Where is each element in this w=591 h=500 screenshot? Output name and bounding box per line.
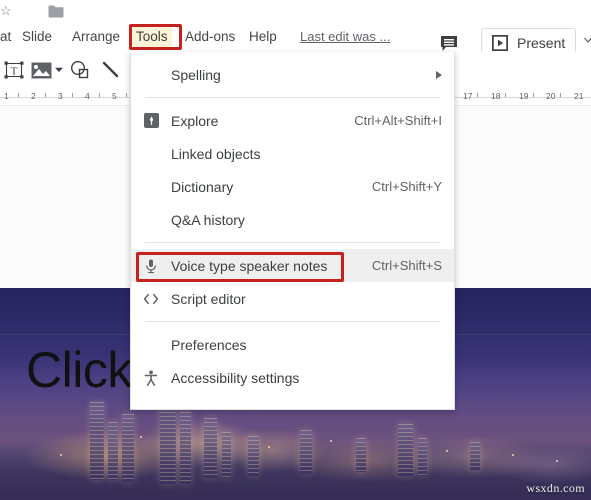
ruler-tick-label: 3	[58, 91, 63, 101]
title-bar: ☆	[0, 0, 591, 22]
image-dropdown-caret-icon[interactable]	[55, 67, 63, 73]
menu-item-shortcut: Ctrl+Shift+S	[371, 258, 442, 273]
ruler-tick-label: 17	[463, 91, 473, 101]
insert-image-icon[interactable]	[31, 62, 52, 79]
last-edit-link[interactable]: Last edit was ...	[300, 26, 390, 48]
line-icon[interactable]	[102, 61, 120, 79]
menu-item-shortcut: Ctrl+Shift+Y	[371, 179, 442, 194]
menu-item-label: Accessibility settings	[171, 369, 300, 386]
menu-slide[interactable]: Slide	[18, 26, 56, 48]
slides-editor-window: ☆ at Slide Arrange Tools Add-ons Help La…	[0, 0, 591, 500]
ruler-tick-label: 20	[546, 91, 556, 101]
text-box-icon[interactable]: T	[4, 60, 24, 80]
ruler-tick-label: 4	[85, 91, 90, 101]
submenu-arrow-icon	[436, 70, 442, 79]
qa-history-icon-slot	[139, 210, 163, 230]
preferences-icon-slot	[139, 335, 163, 355]
menu-item-dictionary[interactable]: Dictionary Ctrl+Shift+Y	[131, 170, 454, 203]
menu-item-label: Script editor	[171, 290, 246, 307]
menu-item-preferences[interactable]: Preferences	[131, 328, 454, 361]
menu-tools[interactable]: Tools	[132, 26, 172, 48]
ruler-tick-label: 1	[4, 91, 9, 101]
star-icon[interactable]: ☆	[0, 4, 12, 18]
menu-separator	[145, 242, 440, 243]
present-button-label: Present	[517, 35, 566, 51]
menu-item-qa-history[interactable]: Q&A history	[131, 203, 454, 236]
explore-icon	[139, 111, 163, 131]
svg-text:T: T	[11, 66, 18, 78]
ruler-tick-label: 18	[491, 91, 501, 101]
menu-separator	[145, 321, 440, 322]
present-play-icon	[492, 35, 508, 51]
menu-item-accessibility-settings[interactable]: Accessibility settings	[131, 361, 454, 394]
menu-item-label: Explore	[171, 112, 219, 129]
menu-item-voice-type-speaker-notes[interactable]: Voice type speaker notes Ctrl+Shift+S	[131, 249, 454, 282]
dictionary-icon-slot	[139, 177, 163, 197]
menu-item-label: Spelling	[171, 66, 221, 83]
menu-item-script-editor[interactable]: Script editor	[131, 282, 454, 315]
ruler-tick-label: 2	[31, 91, 36, 101]
watermark: wsxdn.com	[526, 481, 585, 495]
menu-item-label: Q&A history	[171, 211, 245, 228]
menu-item-linked-objects[interactable]: Linked objects	[131, 137, 454, 170]
microphone-icon	[139, 256, 163, 276]
tools-dropdown-menu: Spelling Explore Ctrl+Alt+Shift+I Linked…	[130, 52, 455, 410]
menu-separator	[145, 97, 440, 98]
menu-item-label: Voice type speaker notes	[171, 257, 328, 274]
menu-item-label: Dictionary	[171, 178, 234, 195]
menu-item-label: Linked objects	[171, 145, 261, 162]
menu-bar: at Slide Arrange Tools Add-ons Help Last…	[0, 22, 591, 58]
folder-icon[interactable]	[48, 5, 64, 18]
ruler-tick-label: 21	[574, 91, 584, 101]
menu-arrange[interactable]: Arrange	[68, 26, 124, 48]
menu-item-label: Preferences	[171, 336, 247, 353]
ruler-tick-label: 19	[519, 91, 529, 101]
code-brackets-icon	[139, 289, 163, 309]
accessibility-icon	[139, 368, 163, 388]
menu-addons[interactable]: Add-ons	[181, 26, 239, 48]
menu-item-explore[interactable]: Explore Ctrl+Alt+Shift+I	[131, 104, 454, 137]
comment-icon[interactable]	[440, 35, 458, 53]
menu-item-shortcut: Ctrl+Alt+Shift+I	[354, 113, 442, 128]
ruler-tick-label: 5	[112, 91, 117, 101]
chevron-down-icon[interactable]	[584, 36, 591, 44]
menu-help[interactable]: Help	[245, 26, 281, 48]
menu-item-spelling[interactable]: Spelling	[131, 58, 454, 91]
linked-objects-icon-slot	[139, 144, 163, 164]
shape-icon[interactable]	[70, 60, 90, 80]
spelling-icon-slot	[139, 65, 163, 85]
menu-format-partial[interactable]: at	[0, 26, 15, 48]
